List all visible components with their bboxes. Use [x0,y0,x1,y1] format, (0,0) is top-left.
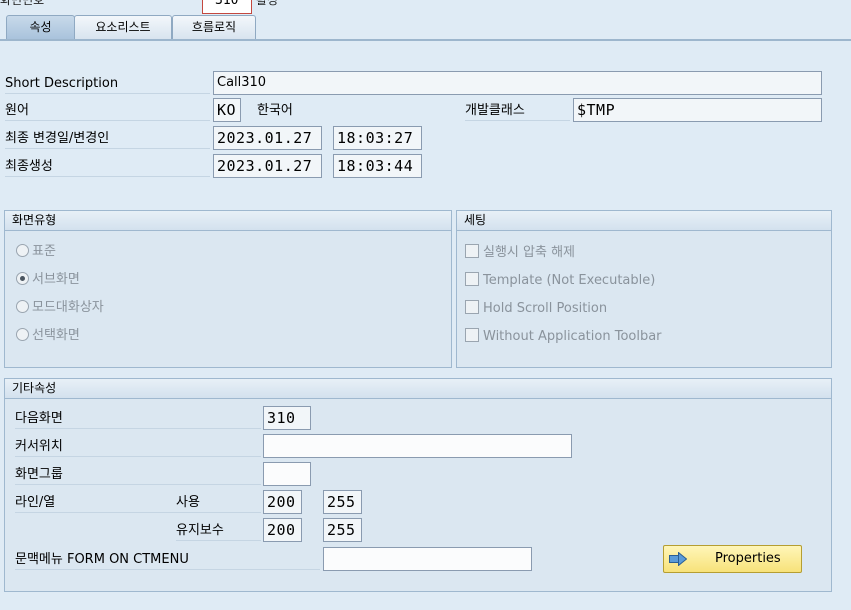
language-label: 원어 [5,102,210,121]
radio-selected-icon [16,272,29,285]
short-description-label: Short Description [5,75,210,94]
last-generated-date-field[interactable]: 2023.01.27 [213,154,322,178]
checkbox-icon [465,300,479,314]
other-attributes-title: 기타속성 [5,379,831,399]
language-code-field[interactable]: KO [213,98,241,122]
last-generated-label: 최종생성 [5,158,210,177]
checkbox-template[interactable]: Template (Not Executable) [465,272,655,289]
context-menu-field[interactable] [323,547,532,571]
radio-selection-screen[interactable]: 선택화면 [16,328,80,344]
dev-class-label: 개발클래스 [465,102,570,121]
screen-type-title: 화면유형 [5,211,451,231]
radio-subscreen[interactable]: 서브화면 [16,272,80,288]
tab-flow-logic[interactable]: 흐름로직 [172,15,256,39]
tab-divider [0,39,851,41]
next-screen-field[interactable]: 310 [263,406,311,430]
tab-element-list[interactable]: 요소리스트 [74,15,172,39]
language-name: 한국어 [257,103,293,118]
radio-standard[interactable]: 표준 [16,244,56,260]
status-label: 활성 [256,0,279,7]
checkbox-without-toolbar[interactable]: Without Application Toolbar [465,328,662,345]
lines-columns-label: 라인/열 [15,494,261,513]
checkbox-compress-runtime-label: 실행시 압축 해제 [483,245,575,260]
dev-class-field[interactable]: $TMP [573,98,822,122]
screen-header-strip: 화면번호 310 활성 [0,0,851,14]
radio-icon [16,328,29,341]
radio-selection-screen-label: 선택화면 [32,328,80,343]
next-screen-label: 다음화면 [15,410,261,429]
radio-icon [16,300,29,313]
screen-group-field[interactable] [263,462,311,486]
used-lines-field[interactable]: 200 [263,490,302,514]
settings-group: 세팅 실행시 압축 해제 Template (Not Executable) H… [456,210,832,368]
checkbox-icon [465,272,479,286]
checkbox-template-label: Template (Not Executable) [483,273,656,288]
used-label: 사용 [176,495,200,510]
radio-standard-label: 표준 [32,244,56,259]
used-columns-field[interactable]: 255 [323,490,362,514]
short-description-field[interactable]: Call310 [213,71,822,95]
radio-modal-dialog-label: 모드대화상자 [32,300,104,315]
checkbox-icon [465,328,479,342]
context-menu-label: 문맥메뉴 FORM ON CTMENU [15,551,320,570]
properties-button[interactable]: Properties [663,545,802,573]
cursor-position-label: 커서위치 [15,438,261,457]
last-generated-time-field[interactable]: 18:03:44 [333,154,422,178]
last-changed-label: 최종 변경일/변경인 [5,130,210,149]
checkbox-without-toolbar-label: Without Application Toolbar [483,329,662,344]
last-changed-time-field[interactable]: 18:03:27 [333,126,422,150]
screen-number-field[interactable]: 310 [202,0,252,14]
checkbox-icon [465,244,479,258]
maintenance-lines-field[interactable]: 200 [263,518,302,542]
checkbox-compress-runtime[interactable]: 실행시 압축 해제 [465,244,575,261]
screen-type-group: 화면유형 표준 서브화면 모드대화상자 선택화면 [4,210,452,368]
screen-number-label: 화면번호 [0,0,45,7]
screen-group-label: 화면그룹 [15,466,261,485]
arrow-right-icon [669,552,687,566]
radio-modal-dialog[interactable]: 모드대화상자 [16,300,104,316]
screen-number-value: 310 [215,0,239,8]
checkbox-hold-scroll-label: Hold Scroll Position [483,301,608,316]
maintenance-columns-field[interactable]: 255 [323,518,362,542]
last-changed-date-field[interactable]: 2023.01.27 [213,126,322,150]
tab-attributes[interactable]: 속성 [6,15,75,39]
cursor-position-field[interactable] [263,434,572,458]
properties-button-label: Properties [715,551,781,566]
checkbox-hold-scroll[interactable]: Hold Scroll Position [465,300,607,317]
radio-subscreen-label: 서브화면 [32,272,80,287]
radio-icon [16,244,29,257]
settings-title: 세팅 [457,211,831,231]
maintenance-label: 유지보수 [176,522,261,541]
